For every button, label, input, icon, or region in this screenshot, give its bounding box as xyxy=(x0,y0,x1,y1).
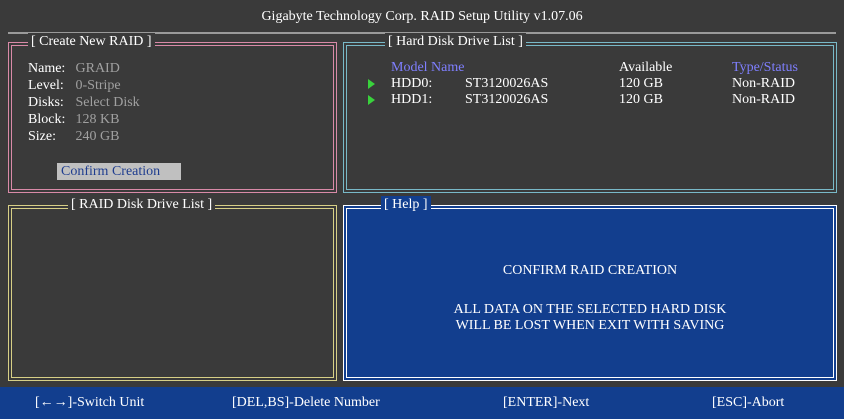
hdd-row-1-available: 120 GB xyxy=(619,92,663,107)
field-name[interactable]: Name: GRAID xyxy=(28,60,120,77)
raid-disk-list-title: [ RAID Disk Drive List ] xyxy=(68,196,216,214)
help-line-1: ALL DATA ON THE SELECTED HARD DISK xyxy=(453,302,727,317)
hdd-row-0-available: 120 GB xyxy=(619,76,663,91)
key-hint-bar: [←→]-Switch Unit [DEL,BS]-Delete Number … xyxy=(0,387,844,419)
header-model-name: Model Name xyxy=(391,60,465,75)
field-block-value[interactable]: 128 KB xyxy=(76,112,120,127)
field-level-label: Level: xyxy=(28,78,64,93)
hdd-row-1-type: Non-RAID xyxy=(732,92,795,107)
help-heading: CONFIRM RAID CREATION xyxy=(502,263,678,278)
create-raid-panel: [ Create New RAID ] Name: GRAID Level: 0… xyxy=(8,33,337,193)
field-name-value[interactable]: GRAID xyxy=(76,61,120,76)
help-title: [ Help ] xyxy=(381,196,431,214)
raid-disk-list-panel: [ RAID Disk Drive List ] xyxy=(8,196,337,381)
hint-next: [ENTER]-Next xyxy=(503,395,590,410)
field-block[interactable]: Block: 128 KB xyxy=(28,111,119,128)
field-disks[interactable]: Disks: Select Disk xyxy=(28,94,140,111)
create-raid-title: [ Create New RAID ] xyxy=(28,33,155,51)
selector-arrow-icon xyxy=(368,95,375,105)
selector-arrow-icon xyxy=(368,79,375,89)
field-block-label: Block: xyxy=(28,112,66,127)
hdd-row-0-id: HDD0: xyxy=(391,76,433,91)
help-panel: [ Help ] CONFIRM RAID CREATION ALL DATA … xyxy=(343,196,837,381)
field-disks-label: Disks: xyxy=(28,95,64,110)
hdd-list-title: [ Hard Disk Drive List ] xyxy=(385,33,526,51)
hint-delete-number: [DEL,BS]-Delete Number xyxy=(232,395,380,410)
hdd-row-1-id: HDD1: xyxy=(391,92,433,107)
hint-switch-unit: [←→]-Switch Unit xyxy=(35,395,145,410)
confirm-creation-button[interactable]: Confirm Creation xyxy=(57,163,181,180)
field-disks-value[interactable]: Select Disk xyxy=(76,95,140,110)
field-size: Size: 240 GB xyxy=(28,128,119,145)
field-size-value: 240 GB xyxy=(75,129,120,144)
help-line-2: WILL BE LOST WHEN EXIT WITH SAVING xyxy=(455,318,725,333)
hdd-row-1-model: ST3120026AS xyxy=(465,92,549,107)
header-type-status: Type/Status xyxy=(732,60,798,75)
hdd-list-panel: [ Hard Disk Drive List ] Model Name Avai… xyxy=(343,33,837,193)
field-name-label: Name: xyxy=(28,61,66,76)
field-level[interactable]: Level: 0-Stripe xyxy=(28,77,121,94)
header-available: Available xyxy=(619,60,673,75)
field-size-label: Size: xyxy=(28,129,56,144)
window-title: Gigabyte Technology Corp. RAID Setup Uti… xyxy=(0,0,844,34)
hdd-row-0-type: Non-RAID xyxy=(732,76,795,91)
field-level-value[interactable]: 0-Stripe xyxy=(76,78,121,93)
hdd-row-0-model: ST3120026AS xyxy=(465,76,549,91)
hint-abort: [ESC]-Abort xyxy=(712,395,785,410)
